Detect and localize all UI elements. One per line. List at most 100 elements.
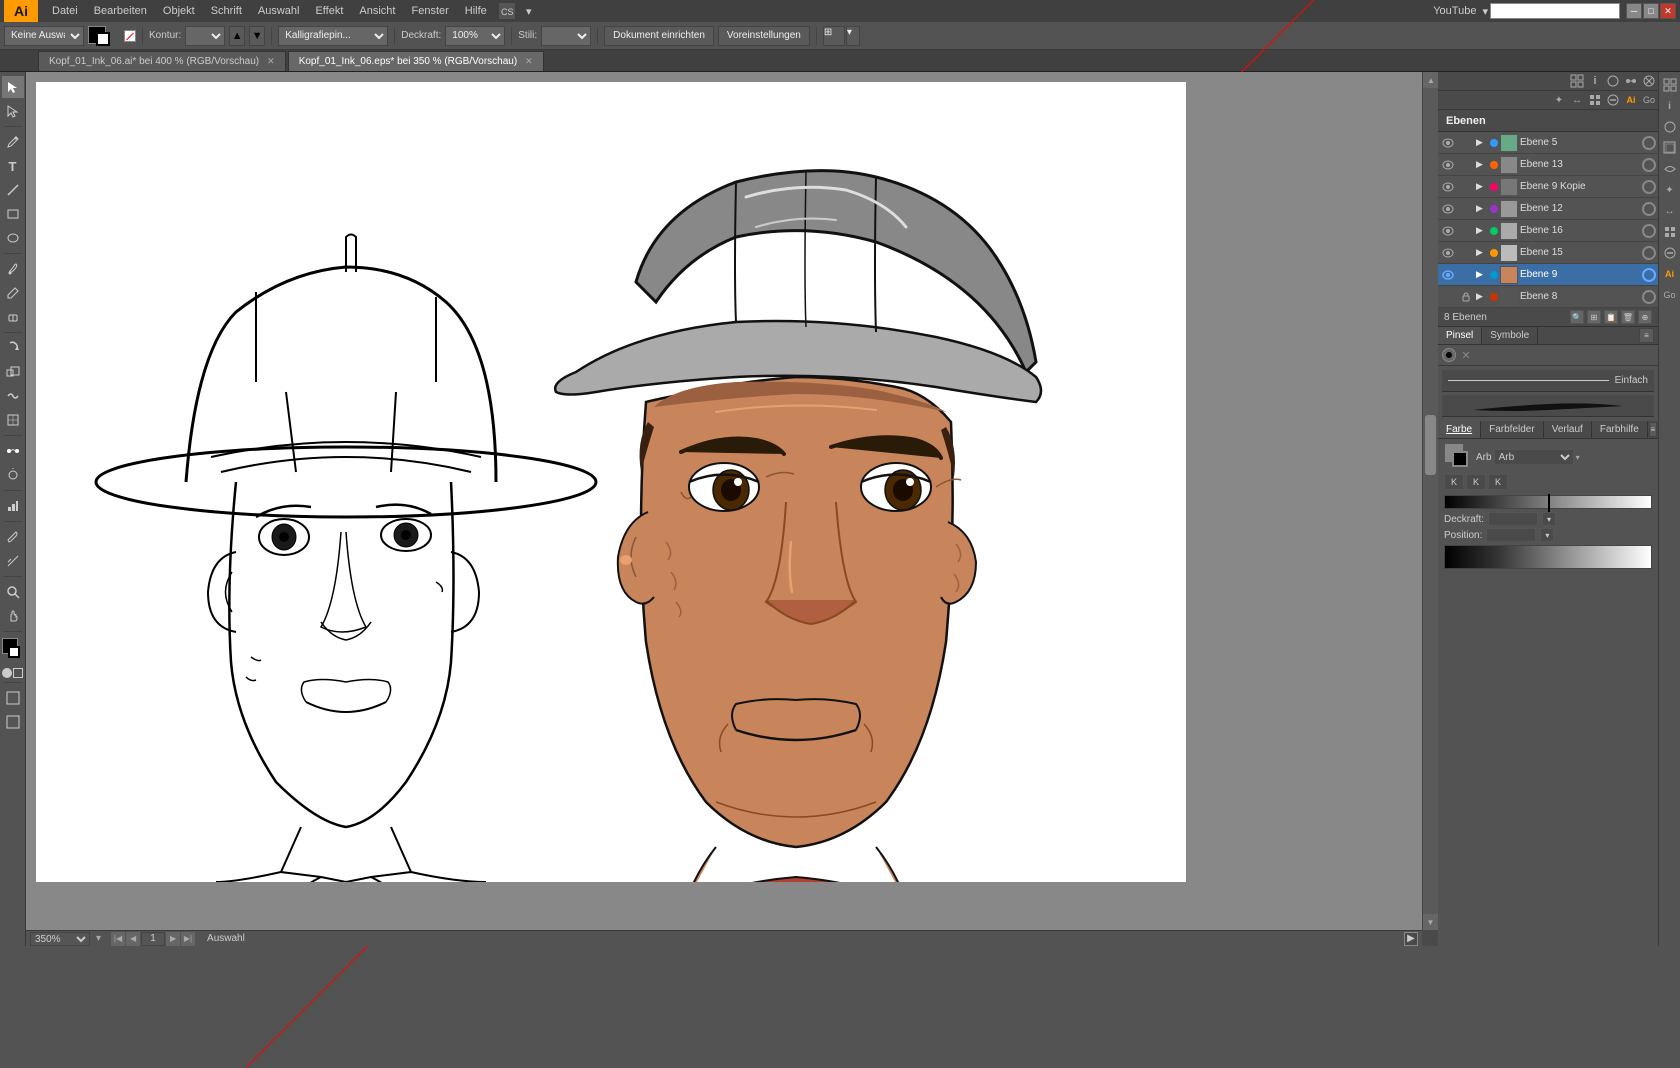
tool-rect[interactable] [2,203,24,225]
tool-screen-mode[interactable] [2,687,24,709]
layer-row-4[interactable]: ▶ Ebene 12 [1438,198,1658,220]
layer-4-eye[interactable] [1440,201,1456,217]
symbole-tab[interactable]: Symbole [1482,327,1538,344]
layer-1-target[interactable] [1642,136,1656,150]
layer-6-lock[interactable] [1458,245,1474,261]
artboard[interactable] [36,82,1186,882]
layer-row-7[interactable]: ▶ Ebene 9 [1438,264,1658,286]
menu-effekt[interactable]: Effekt [307,3,351,19]
layer-4-target[interactable] [1642,202,1656,216]
icon-subtract[interactable] [1604,91,1622,109]
layer-row-5[interactable]: ▶ Ebene 16 [1438,220,1658,242]
menu-hilfe[interactable]: Hilfe [457,3,495,19]
workspace-dropdown[interactable]: ▾ [519,5,539,18]
layer-5-eye[interactable] [1440,223,1456,239]
scroll-thumb-v[interactable] [1425,415,1436,475]
side-icon-subtract2[interactable] [1661,244,1679,262]
preferences-button[interactable]: Voreinstellungen [718,26,810,46]
layer-5-target[interactable] [1642,224,1656,238]
icon-grid2[interactable] [1586,91,1604,109]
layer-row-2[interactable]: ▶ Ebene 13 [1438,154,1658,176]
brush-dropdown[interactable]: Kalligrafiepin... [278,26,388,46]
side-icon-go2[interactable]: Go [1661,286,1679,304]
menu-ansicht[interactable]: Ansicht [351,3,403,19]
layer-7-lock[interactable] [1458,267,1474,283]
brush-dot[interactable] [1442,348,1456,362]
side-icon-info[interactable]: i [1661,97,1679,115]
layer-3-expand[interactable]: ▶ [1476,181,1488,192]
tool-scale[interactable] [2,361,24,383]
menu-fenster[interactable]: Fenster [403,3,456,19]
page-prev[interactable]: ◀ [126,932,140,946]
view-mode-btn[interactable]: ⊞ [823,26,845,46]
pinsel-tab[interactable]: Pinsel [1438,327,1482,344]
zoom-select[interactable]: 350% [30,932,90,946]
layer-2-expand[interactable]: ▶ [1476,159,1488,170]
icon-connect[interactable] [1622,72,1640,90]
color-btn-3[interactable]: K [1488,474,1508,490]
tool-symbol-spray[interactable] [2,464,24,486]
color-mode-normal[interactable] [2,668,12,678]
layer-1-lock[interactable] [1458,135,1474,151]
tab-2[interactable]: Kopf_01_Ink_06.eps* bei 350 % (RGB/Vorsc… [288,51,544,71]
color-gradient-slider[interactable] [1444,495,1652,509]
layer-row-3[interactable]: ▶ Ebene 9 Kopie [1438,176,1658,198]
layer-8-expand[interactable]: ▶ [1476,291,1488,302]
color-options[interactable]: ≡ [1649,422,1657,437]
scroll-down-arrow[interactable]: ▼ [1423,914,1438,930]
tool-hand[interactable] [2,605,24,627]
menu-bearbeiten[interactable]: Bearbeiten [86,3,155,19]
tool-blend[interactable] [2,440,24,462]
layer-4-lock[interactable] [1458,201,1474,217]
icon-star[interactable]: ✦ [1550,91,1568,109]
layer-2-target[interactable] [1642,158,1656,172]
layer-8-eye[interactable] [1440,289,1456,305]
color-mode-none[interactable] [13,668,23,678]
tool-mesh[interactable] [2,409,24,431]
layer-6-expand[interactable]: ▶ [1476,247,1488,258]
layer-5-lock[interactable] [1458,223,1474,239]
layer-6-target[interactable] [1642,246,1656,260]
layers-search[interactable]: 🔍 [1570,310,1584,324]
stroke-swatch[interactable] [96,32,110,46]
page-next[interactable]: ▶ [166,932,180,946]
tab-1-close[interactable]: ✕ [267,56,275,67]
tool-eyedropper[interactable] [2,526,24,548]
layers-delete[interactable]: 🗑 [1621,310,1635,324]
tool-brush[interactable] [2,258,24,280]
brush-preview-callig[interactable] [1442,395,1654,417]
brush-preview-simple[interactable]: Einfach [1442,370,1654,392]
layer-6-eye[interactable] [1440,245,1456,261]
layer-2-eye[interactable] [1440,157,1456,173]
farbhilfe-tab[interactable]: Farbhilfe [1592,421,1648,438]
position-input-color[interactable] [1486,528,1536,542]
icon-arrows[interactable]: ↔ [1568,91,1586,109]
layer-1-expand[interactable]: ▶ [1476,137,1488,148]
none-swatch[interactable] [124,30,136,42]
layer-7-target[interactable] [1642,268,1656,282]
color-stroke-swatch[interactable] [1452,451,1468,467]
layer-3-lock[interactable] [1458,179,1474,195]
color-btn-2[interactable]: K [1466,474,1486,490]
side-icon-squares[interactable] [1661,139,1679,157]
page-first[interactable]: |◀ [111,932,125,946]
farbfelder-tab[interactable]: Farbfelder [1481,421,1544,438]
layer-row-8[interactable]: ▶ Ebene 8 [1438,286,1658,308]
canvas-area[interactable]: ▲ ▼ ◀ ▶ 350% ▾ |◀ ◀ ▶ ▶| Auswahl [26,72,1438,946]
menu-datei[interactable]: Datei [44,3,86,19]
layer-row-1[interactable]: ▶ Ebene 5 [1438,132,1658,154]
layer-7-expand[interactable]: ▶ [1476,269,1488,280]
selection-dropdown[interactable]: Keine Auswahl [4,26,84,46]
side-icon-ai2[interactable]: Ai [1661,265,1679,283]
layers-add-page[interactable]: ⊞ [1587,310,1601,324]
brush-options[interactable]: ≡ [1639,328,1654,343]
layers-copy[interactable]: 📋 [1604,310,1618,324]
tool-measure[interactable] [2,550,24,572]
layer-8-target[interactable] [1642,290,1656,304]
layers-add-layer[interactable]: ⊕ [1638,310,1652,324]
stroke-down-arrow[interactable]: ▼ [249,26,265,46]
doc-setup-button[interactable]: Dokument einrichten [604,26,714,46]
layer-8-lock[interactable] [1458,289,1474,305]
tool-eraser[interactable] [2,306,24,328]
tool-warp[interactable] [2,385,24,407]
